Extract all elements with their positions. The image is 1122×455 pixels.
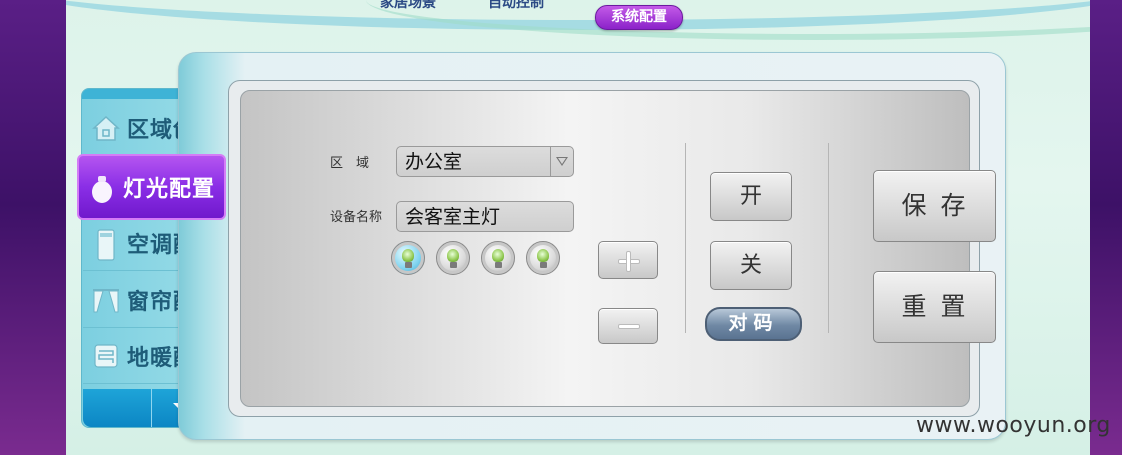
divider: [685, 143, 686, 333]
reset-button[interactable]: 重置: [873, 271, 996, 343]
pair-button[interactable]: 对码: [705, 307, 802, 341]
save-button[interactable]: 保存: [873, 170, 996, 242]
bulb-icon[interactable]: [526, 241, 560, 275]
house-icon: [91, 113, 121, 143]
divider: [550, 147, 551, 176]
sidebar-item-light-config[interactable]: 灯光配置: [77, 154, 226, 220]
bulb-icon: [87, 172, 117, 203]
nav-system-config[interactable]: 系统配置: [595, 5, 683, 30]
decorative-wave: [366, 0, 1090, 40]
sidebar-item-label: 灯光配置: [123, 177, 216, 202]
bulb-icon-selected[interactable]: [391, 241, 425, 275]
nav-auto-control[interactable]: 自动控制: [488, 0, 544, 12]
off-button[interactable]: 关: [710, 241, 792, 290]
bulb-icon[interactable]: [481, 241, 515, 275]
on-button[interactable]: 开: [710, 172, 792, 221]
area-dropdown-value: 办公室: [405, 151, 463, 173]
chevron-down-icon[interactable]: [556, 157, 568, 166]
area-label: 区 域: [330, 156, 370, 171]
curtain-icon: [91, 285, 121, 315]
add-button[interactable]: [598, 241, 658, 279]
device-name-value: 会客室主灯: [405, 206, 501, 228]
divider: [151, 389, 152, 427]
floor-heating-icon: [91, 341, 121, 371]
nav-home-scene[interactable]: 家居场景: [380, 0, 436, 12]
device-name-field[interactable]: 会客室主灯: [396, 201, 574, 232]
device-name-label: 设备名称: [330, 210, 383, 225]
bulb-icon[interactable]: [436, 241, 470, 275]
air-conditioner-icon: [91, 228, 121, 261]
remove-button[interactable]: [598, 308, 658, 344]
divider: [828, 143, 829, 333]
area-dropdown[interactable]: 办公室: [396, 146, 574, 177]
watermark: www.wooyun.org: [916, 413, 1111, 438]
